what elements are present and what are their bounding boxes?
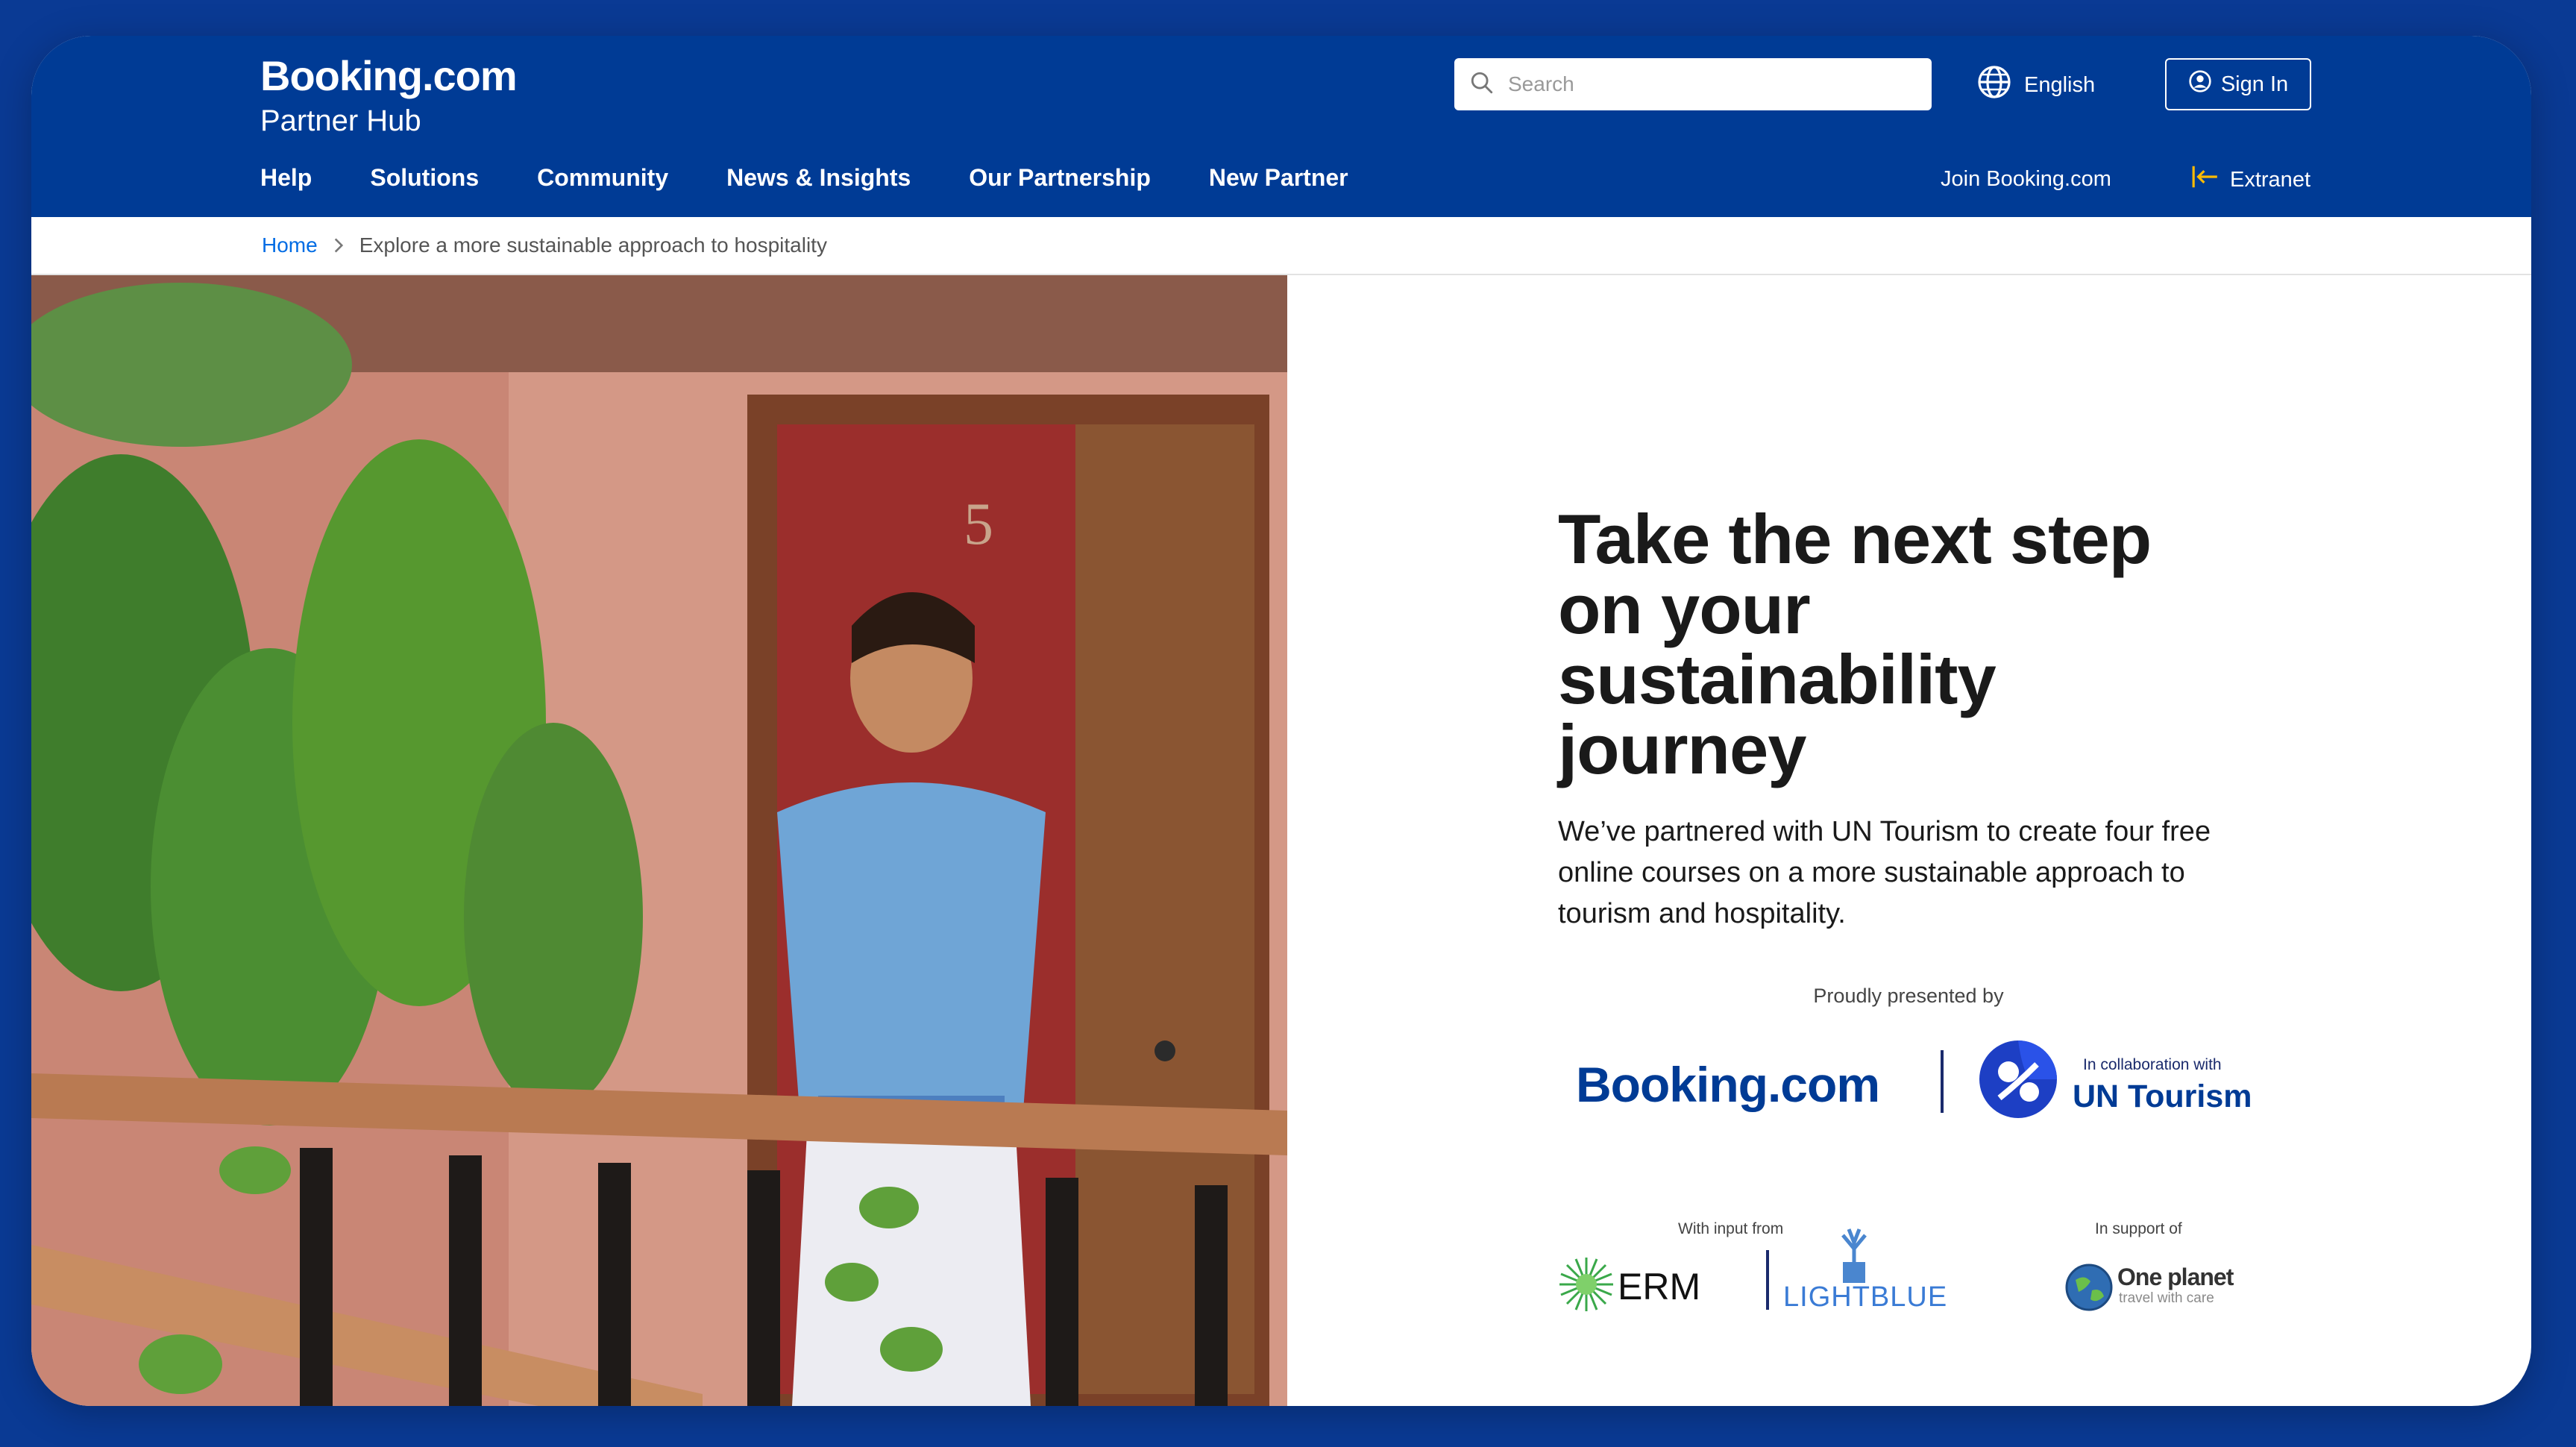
sign-in-button[interactable]: Sign In (2165, 58, 2311, 110)
one-planet-logo: One planet travel with care (2065, 1264, 2244, 1323)
browser-window: Booking.com Partner Hub English Sign In … (31, 36, 2531, 1406)
nav-solutions[interactable]: Solutions (370, 164, 479, 192)
in-support-label: In support of (2095, 1220, 2182, 1237)
hero-image: 5 (31, 275, 1287, 1406)
language-selector[interactable]: English (1976, 64, 2095, 106)
globe-planet-icon (2065, 1264, 2113, 1311)
nav-community[interactable]: Community (537, 164, 668, 192)
booking-partner-logo: Booking.com (1576, 1057, 1880, 1112)
presented-by-label: Proudly presented by (1813, 985, 2004, 1007)
extranet-label: Extranet (2230, 167, 2310, 192)
chevron-right-icon (333, 238, 345, 253)
language-label: English (2024, 72, 2096, 97)
globe-icon (1976, 64, 2012, 106)
extranet-arrow-icon (2191, 164, 2220, 195)
nav-our-partnership[interactable]: Our Partnership (969, 164, 1151, 192)
search-icon (1469, 70, 1495, 99)
door-number: 5 (964, 492, 993, 557)
one-planet-name: One planet (2117, 1264, 2234, 1290)
search-box[interactable] (1454, 58, 1932, 110)
un-tourism-logo: In collaboration with UN Tourism (1977, 1038, 2261, 1128)
nav-new-partner[interactable]: New Partner (1209, 164, 1348, 192)
lightblue-logo: LIGHTBLUE (1783, 1226, 1947, 1316)
erm-burst-icon (1559, 1258, 1613, 1311)
hero-description: We’ve partnered with UN Tourism to creat… (1558, 816, 2211, 929)
nav-help[interactable]: Help (260, 164, 312, 192)
search-input[interactable] (1507, 72, 1897, 97)
lightblue-tree-icon (1841, 1228, 1867, 1283)
breadcrumb-current: Explore a more sustainable approach to h… (359, 233, 827, 257)
breadcrumb-home-link[interactable]: Home (262, 233, 318, 257)
primary-partners: Booking.com In collaboration with UN Tou… (1558, 1035, 2259, 1125)
erm-text: ERM (1618, 1266, 1701, 1308)
lightblue-text: LIGHTBLUE (1783, 1281, 1948, 1313)
with-input-label: With input from (1678, 1220, 1784, 1237)
sign-in-label: Sign In (2220, 72, 2289, 96)
site-header: Booking.com Partner Hub English Sign In … (31, 36, 2531, 217)
logo-main-text: Booking.com (260, 52, 518, 99)
join-booking-link[interactable]: Join Booking.com (1941, 167, 2111, 192)
erm-logo: ERM (1558, 1256, 1707, 1313)
un-tourism-icon (1979, 1040, 2057, 1118)
hero-headline: Take the next step on your sustainabilit… (1558, 500, 2152, 788)
secondary-divider (1766, 1250, 1769, 1310)
logo-sub-text: Partner Hub (260, 104, 421, 137)
un-collab-text: In collaboration with (2083, 1056, 2222, 1073)
breadcrumb: Home Explore a more sustainable approach… (31, 217, 2531, 275)
partner-hub-logo[interactable]: Booking.com Partner Hub (260, 52, 518, 137)
un-tourism-name: UN Tourism (2073, 1079, 2252, 1114)
main-nav: Help Solutions Community News & Insights… (260, 164, 1348, 192)
partner-divider (1941, 1050, 1944, 1113)
nav-news-insights[interactable]: News & Insights (726, 164, 911, 192)
user-icon (2188, 69, 2212, 99)
one-planet-tagline: travel with care (2119, 1290, 2214, 1306)
extranet-link[interactable]: Extranet (2191, 164, 2310, 195)
